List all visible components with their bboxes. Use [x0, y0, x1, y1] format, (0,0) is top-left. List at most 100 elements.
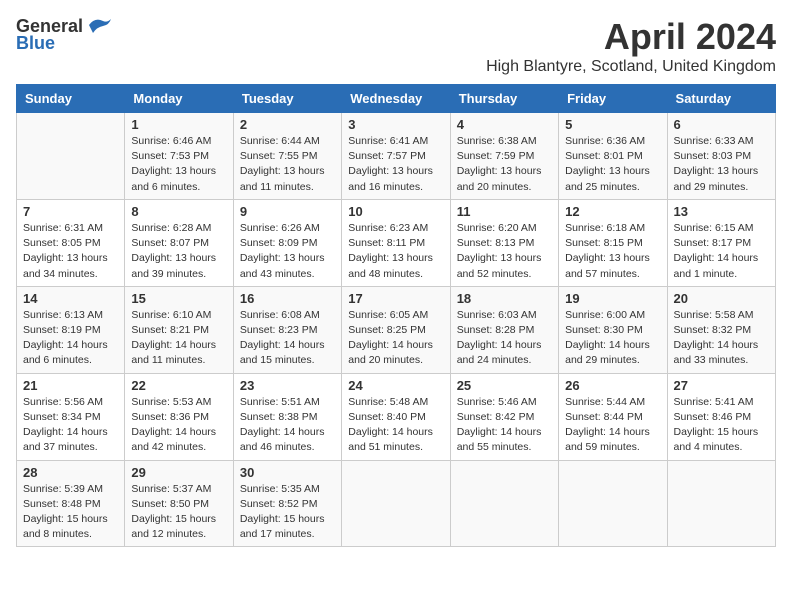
day-info: Sunrise: 6:23 AMSunset: 8:11 PMDaylight:…	[348, 221, 443, 282]
calendar-week-2: 7 Sunrise: 6:31 AMSunset: 8:05 PMDaylight…	[17, 199, 776, 286]
day-number: 15	[131, 291, 226, 306]
day-info: Sunrise: 6:31 AMSunset: 8:05 PMDaylight:…	[23, 221, 118, 282]
calendar-cell: 17Sunrise: 6:05 AMSunset: 8:25 PMDayligh…	[342, 286, 450, 373]
day-info: Sunrise: 6:33 AMSunset: 8:03 PMDaylight:…	[674, 134, 769, 195]
day-info: Sunrise: 6:03 AMSunset: 8:28 PMDaylight:…	[457, 308, 552, 369]
day-number: 11	[457, 204, 552, 219]
weekday-header-saturday: Saturday	[667, 85, 775, 113]
calendar-cell: 14 Sunrise: 6:13 AMSunset: 8:19 PMDayligh…	[17, 286, 125, 373]
month-title: April 2024	[486, 16, 776, 58]
day-number: 3	[348, 117, 443, 132]
logo-blue-text: Blue	[16, 33, 55, 54]
title-block: April 2024 High Blantyre, Scotland, Unit…	[486, 16, 776, 76]
day-info: Sunrise: 6:10 AMSunset: 8:21 PMDaylight:…	[131, 308, 226, 369]
day-number: 6	[674, 117, 769, 132]
day-info: Sunrise: 6:41 AMSunset: 7:57 PMDaylight:…	[348, 134, 443, 195]
day-info: Sunrise: 6:18 AMSunset: 8:15 PMDaylight:…	[565, 221, 660, 282]
calendar-cell: 13Sunrise: 6:15 AMSunset: 8:17 PMDayligh…	[667, 199, 775, 286]
calendar-cell: 29Sunrise: 5:37 AMSunset: 8:50 PMDayligh…	[125, 460, 233, 547]
day-info: Sunrise: 5:56 AMSunset: 8:34 PMDaylight:…	[23, 395, 118, 456]
day-info: Sunrise: 6:13 AMSunset: 8:19 PMDaylight:…	[23, 308, 118, 369]
calendar-cell: 11 Sunrise: 6:20 AMSunset: 8:13 PMDayligh…	[450, 199, 558, 286]
calendar-cell: 8Sunrise: 6:28 AMSunset: 8:07 PMDaylight…	[125, 199, 233, 286]
logo-bird-icon	[85, 15, 113, 35]
day-info: Sunrise: 6:08 AMSunset: 8:23 PMDaylight:…	[240, 308, 335, 369]
calendar-week-1: 1 Sunrise: 6:46 AMSunset: 7:53 PMDaylight…	[17, 113, 776, 200]
calendar-cell: 19 Sunrise: 6:00 AMSunset: 8:30 PMDayligh…	[559, 286, 667, 373]
day-number: 24	[348, 378, 443, 393]
day-number: 2	[240, 117, 335, 132]
calendar-cell: 30Sunrise: 5:35 AMSunset: 8:52 PMDayligh…	[233, 460, 341, 547]
day-number: 19	[565, 291, 660, 306]
day-info: Sunrise: 6:44 AMSunset: 7:55 PMDaylight:…	[240, 134, 335, 195]
calendar-cell	[450, 460, 558, 547]
calendar-cell: 15 Sunrise: 6:10 AMSunset: 8:21 PMDayligh…	[125, 286, 233, 373]
day-info: Sunrise: 5:58 AMSunset: 8:32 PMDaylight:…	[674, 308, 769, 369]
day-number: 26	[565, 378, 660, 393]
day-info: Sunrise: 6:36 AMSunset: 8:01 PMDaylight:…	[565, 134, 660, 195]
calendar-cell: 12Sunrise: 6:18 AMSunset: 8:15 PMDayligh…	[559, 199, 667, 286]
day-info: Sunrise: 6:46 AMSunset: 7:53 PMDaylight:…	[131, 134, 226, 195]
location-title: High Blantyre, Scotland, United Kingdom	[486, 58, 776, 76]
calendar-cell	[342, 460, 450, 547]
day-info: Sunrise: 5:41 AMSunset: 8:46 PMDaylight:…	[674, 395, 769, 456]
day-info: Sunrise: 6:05 AMSunset: 8:25 PMDaylight:…	[348, 308, 443, 369]
calendar-table: SundayMondayTuesdayWednesdayThursdayFrid…	[16, 84, 776, 547]
day-number: 28	[23, 465, 118, 480]
day-number: 4	[457, 117, 552, 132]
day-number: 1	[131, 117, 226, 132]
day-number: 22	[131, 378, 226, 393]
day-info: Sunrise: 6:20 AMSunset: 8:13 PMDaylight:…	[457, 221, 552, 282]
day-number: 10	[348, 204, 443, 219]
day-info: Sunrise: 5:46 AMSunset: 8:42 PMDaylight:…	[457, 395, 552, 456]
day-info: Sunrise: 6:38 AMSunset: 7:59 PMDaylight:…	[457, 134, 552, 195]
weekday-header-monday: Monday	[125, 85, 233, 113]
weekday-header-thursday: Thursday	[450, 85, 558, 113]
day-info: Sunrise: 6:00 AMSunset: 8:30 PMDaylight:…	[565, 308, 660, 369]
weekday-header-row: SundayMondayTuesdayWednesdayThursdayFrid…	[17, 85, 776, 113]
page-header: General Blue April 2024 High Blantyre, S…	[16, 16, 776, 76]
day-number: 14	[23, 291, 118, 306]
calendar-cell: 28 Sunrise: 5:39 AMSunset: 8:48 PMDayligh…	[17, 460, 125, 547]
day-number: 27	[674, 378, 769, 393]
calendar-cell: 16 Sunrise: 6:08 AMSunset: 8:23 PMDayligh…	[233, 286, 341, 373]
day-number: 9	[240, 204, 335, 219]
calendar-cell	[559, 460, 667, 547]
calendar-cell	[667, 460, 775, 547]
day-number: 21	[23, 378, 118, 393]
day-number: 16	[240, 291, 335, 306]
calendar-week-4: 21 Sunrise: 5:56 AMSunset: 8:34 PMDayligh…	[17, 373, 776, 460]
day-info: Sunrise: 6:26 AMSunset: 8:09 PMDaylight:…	[240, 221, 335, 282]
day-number: 8	[131, 204, 226, 219]
day-info: Sunrise: 6:15 AMSunset: 8:17 PMDaylight:…	[674, 221, 769, 282]
calendar-cell: 26 Sunrise: 5:44 AMSunset: 8:44 PMDayligh…	[559, 373, 667, 460]
calendar-cell: 1 Sunrise: 6:46 AMSunset: 7:53 PMDaylight…	[125, 113, 233, 200]
day-info: Sunrise: 5:35 AMSunset: 8:52 PMDaylight:…	[240, 482, 335, 543]
day-number: 23	[240, 378, 335, 393]
calendar-week-3: 14 Sunrise: 6:13 AMSunset: 8:19 PMDayligh…	[17, 286, 776, 373]
day-number: 7	[23, 204, 118, 219]
logo: General Blue	[16, 16, 113, 54]
calendar-cell: 5 Sunrise: 6:36 AMSunset: 8:01 PMDaylight…	[559, 113, 667, 200]
day-number: 25	[457, 378, 552, 393]
day-number: 18	[457, 291, 552, 306]
weekday-header-sunday: Sunday	[17, 85, 125, 113]
calendar-cell: 7 Sunrise: 6:31 AMSunset: 8:05 PMDaylight…	[17, 199, 125, 286]
weekday-header-tuesday: Tuesday	[233, 85, 341, 113]
day-info: Sunrise: 5:39 AMSunset: 8:48 PMDaylight:…	[23, 482, 118, 543]
calendar-cell: 21 Sunrise: 5:56 AMSunset: 8:34 PMDayligh…	[17, 373, 125, 460]
weekday-header-wednesday: Wednesday	[342, 85, 450, 113]
day-info: Sunrise: 5:53 AMSunset: 8:36 PMDaylight:…	[131, 395, 226, 456]
calendar-cell: 6 Sunrise: 6:33 AMSunset: 8:03 PMDaylight…	[667, 113, 775, 200]
day-number: 20	[674, 291, 769, 306]
calendar-cell: 27 Sunrise: 5:41 AMSunset: 8:46 PMDayligh…	[667, 373, 775, 460]
calendar-cell: 2 Sunrise: 6:44 AMSunset: 7:55 PMDaylight…	[233, 113, 341, 200]
calendar-cell: 3 Sunrise: 6:41 AMSunset: 7:57 PMDaylight…	[342, 113, 450, 200]
calendar-cell	[17, 113, 125, 200]
day-info: Sunrise: 5:51 AMSunset: 8:38 PMDaylight:…	[240, 395, 335, 456]
day-number: 5	[565, 117, 660, 132]
day-info: Sunrise: 5:44 AMSunset: 8:44 PMDaylight:…	[565, 395, 660, 456]
calendar-cell: 18 Sunrise: 6:03 AMSunset: 8:28 PMDayligh…	[450, 286, 558, 373]
weekday-header-friday: Friday	[559, 85, 667, 113]
calendar-cell: 23 Sunrise: 5:51 AMSunset: 8:38 PMDayligh…	[233, 373, 341, 460]
